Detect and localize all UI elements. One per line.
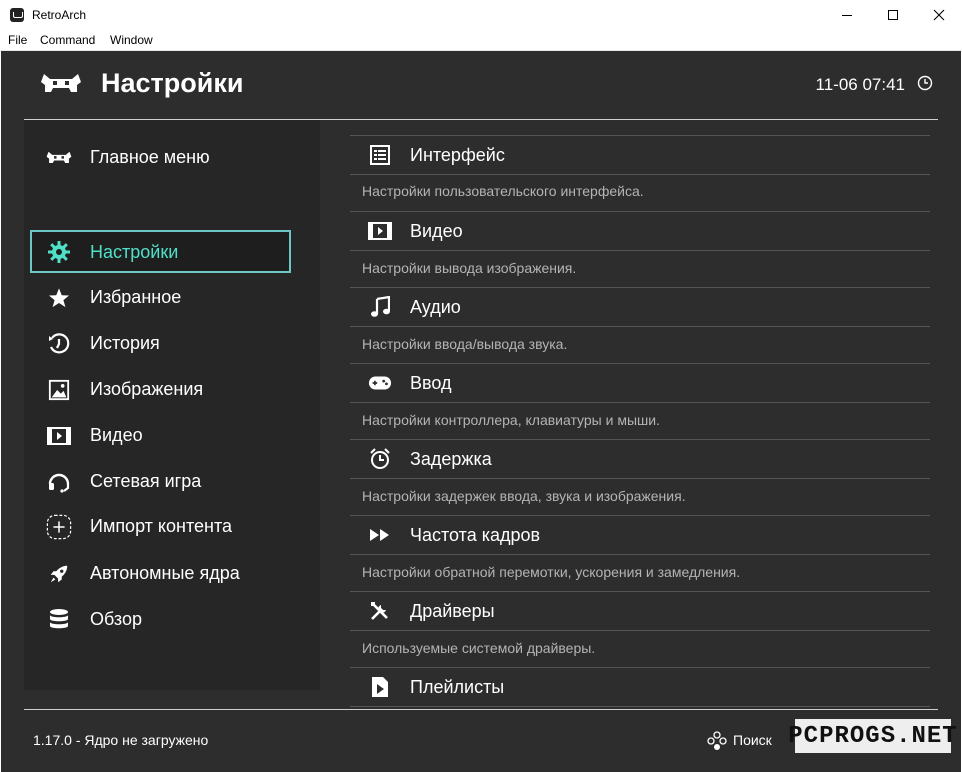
settings-item-description: Настройки задержек ввода, звука и изобра… — [362, 488, 686, 504]
settings-item-description: Настройки обратной перемотки, ускорения … — [362, 564, 741, 580]
divider — [350, 326, 930, 327]
sidebar-item-browse[interactable]: Обзор — [30, 599, 290, 641]
minimize-button[interactable] — [824, 0, 870, 30]
sidebar-item-label: Обзор — [90, 609, 142, 629]
page-title: Настройки — [101, 68, 244, 98]
sidebar-item-standalone-cores[interactable]: Автономные ядра — [30, 553, 290, 595]
sidebar-item-images[interactable]: Изображения — [30, 369, 290, 411]
settings-item-input[interactable]: Ввод — [350, 364, 930, 402]
clock-text: 11-06 07:41 — [815, 75, 905, 94]
sidebar-item-label: Видео — [90, 425, 143, 445]
minimize-icon — [842, 15, 852, 16]
retroarch-logo-icon — [46, 146, 72, 170]
sidebar-item-label: Изображения — [90, 379, 204, 399]
settings-item-drivers[interactable]: Драйверы — [350, 592, 930, 630]
settings-item-latency[interactable]: Задержка — [350, 440, 930, 478]
settings-item-description: Настройки пользовательского интерфейса. — [362, 183, 644, 199]
sidebar-item-main-menu[interactable]: Главное меню — [30, 137, 290, 179]
maximize-button[interactable] — [870, 0, 916, 30]
menu-file[interactable]: File — [8, 33, 27, 47]
settings-item-video[interactable]: Видео — [350, 212, 930, 250]
status-text: 1.17.0 - Ядро не загружено — [33, 732, 209, 748]
retroarch-app: Настройки 11-06 07:41 Главное меню Настр… — [1, 51, 961, 772]
settings-item-description: Используемые системой драйверы. — [362, 640, 596, 656]
settings-item-label: Ввод — [410, 373, 452, 393]
sidebar-item-settings[interactable]: Настройки — [30, 230, 291, 273]
window-title: RetroArch — [32, 8, 87, 22]
menu-window[interactable]: Window — [110, 33, 153, 47]
window-titlebar: RetroArch — [0, 0, 962, 30]
sidebar-item-video[interactable]: Видео — [30, 415, 290, 457]
list-icon — [368, 144, 392, 166]
divider — [350, 250, 930, 251]
database-icon — [46, 608, 72, 632]
divider — [350, 706, 930, 707]
sidebar-item-label: Импорт контента — [90, 516, 233, 536]
retroarch-app-icon — [10, 8, 24, 22]
settings-item-label: Интерфейс — [410, 145, 505, 165]
menu-command[interactable]: Command — [40, 33, 95, 47]
settings-item-label: Аудио — [410, 297, 461, 317]
sidebar-item-favorites[interactable]: Избранное — [30, 277, 290, 319]
close-icon — [933, 9, 945, 21]
sidebar-item-import-content[interactable]: Импорт контента — [30, 506, 290, 548]
clock-icon — [917, 75, 933, 96]
divider — [350, 478, 930, 479]
retroarch-logo-icon — [40, 72, 82, 101]
menubar: File Command Window — [0, 30, 962, 51]
sidebar-item-history[interactable]: История — [30, 323, 290, 365]
divider — [350, 630, 930, 631]
history-icon — [46, 332, 72, 356]
settings-item-label: Задержка — [410, 449, 492, 469]
sidebar: Главное меню Настройки Избранное История… — [24, 120, 320, 690]
image-icon — [46, 378, 72, 402]
maximize-icon — [888, 10, 898, 20]
settings-item-label: Видео — [410, 221, 463, 241]
sidebar-item-label: Избранное — [90, 287, 182, 307]
headset-icon — [46, 470, 72, 494]
music-icon — [368, 296, 392, 318]
sidebar-item-label: Главное меню — [90, 147, 210, 167]
film-icon — [368, 220, 392, 242]
rocket-icon — [46, 562, 72, 586]
footer-divider — [24, 709, 938, 710]
settings-item-description: Настройки ввода/вывода звука. — [362, 336, 568, 352]
controller-buttons-icon — [707, 731, 727, 756]
settings-item-description: Настройки контроллера, клавиатуры и мыши… — [362, 412, 660, 428]
divider — [350, 554, 930, 555]
sidebar-item-label: Настройки — [90, 242, 179, 262]
settings-item-description: Настройки вывода изображения. — [362, 260, 577, 276]
divider — [350, 174, 930, 175]
gear-icon — [46, 240, 72, 264]
settings-list: Интерфейс Настройки пользовательского ин… — [350, 120, 930, 710]
fast-forward-icon — [368, 524, 392, 546]
sidebar-item-label: Автономные ядра — [90, 563, 240, 583]
sidebar-item-label: История — [90, 333, 160, 353]
watermark: PCPROGS.NET — [788, 719, 957, 753]
settings-item-label: Частота кадров — [410, 525, 541, 545]
star-icon — [46, 286, 72, 310]
sidebar-item-label: Сетевая игра — [90, 471, 202, 491]
alarm-clock-icon — [368, 448, 392, 470]
settings-item-interface[interactable]: Интерфейс — [350, 136, 930, 174]
film-icon — [46, 424, 72, 448]
settings-item-playlists[interactable]: Плейлисты — [350, 668, 930, 706]
plus-icon — [46, 514, 72, 540]
settings-item-audio[interactable]: Аудио — [350, 288, 930, 326]
settings-item-label: Драйверы — [410, 601, 495, 621]
playlist-file-icon — [368, 676, 392, 698]
close-button[interactable] — [916, 0, 962, 30]
sidebar-item-netplay[interactable]: Сетевая игра — [30, 461, 290, 503]
divider — [350, 402, 930, 403]
search-label: Поиск — [733, 732, 772, 748]
tools-icon — [368, 600, 392, 622]
settings-item-frame-throttle[interactable]: Частота кадров — [350, 516, 930, 554]
gamepad-icon — [368, 372, 392, 394]
settings-item-label: Плейлисты — [410, 677, 505, 697]
